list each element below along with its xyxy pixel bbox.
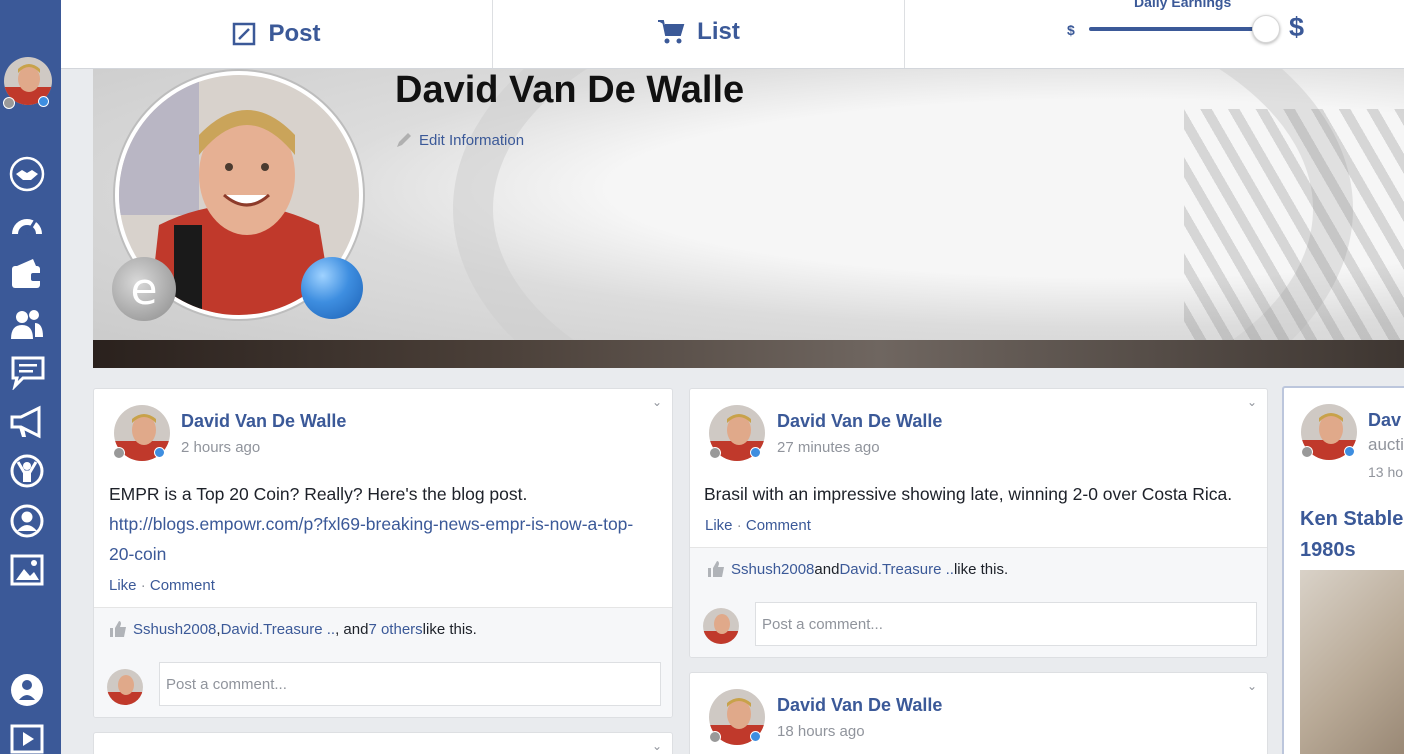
megaphone-icon[interactable]	[8, 403, 46, 441]
celebrate-icon[interactable]	[8, 452, 46, 490]
earnings-max-label: $	[1289, 12, 1305, 42]
empowr-badge[interactable]: e	[112, 257, 176, 321]
comment-input[interactable]: Post a comment...	[159, 662, 661, 706]
sidebar-avatar-badge-dot	[38, 96, 49, 107]
author-badge-e	[1301, 446, 1313, 458]
post-title[interactable]: Ken Stable 1980s	[1300, 504, 1403, 566]
post-image[interactable]	[1300, 570, 1404, 754]
edit-information-label: Edit Information	[419, 131, 525, 149]
liker-link[interactable]: Sshush2008	[731, 561, 814, 578]
like-link[interactable]: Like	[705, 517, 733, 534]
chevron-down-icon[interactable]: ⌄	[652, 395, 662, 409]
video-icon[interactable]	[8, 720, 46, 754]
likes-suffix: like this.	[422, 620, 477, 638]
post-card: Dav aucti 13 ho Ken Stable 1980s	[1282, 386, 1404, 754]
pencil-icon	[397, 133, 411, 147]
author-badge-dot	[1344, 446, 1355, 457]
post-actions: Like · Comment	[109, 577, 215, 594]
post-actions: Like · Comment	[705, 517, 811, 534]
post-card: ⌄	[93, 732, 673, 754]
author-badge-e	[113, 447, 125, 459]
help-icon[interactable]	[8, 671, 46, 709]
earnings-slider[interactable]	[1089, 15, 1280, 43]
likes-summary: Sshush2008, David.Treasure .., and 7 oth…	[109, 620, 477, 638]
edit-square-icon	[232, 22, 256, 46]
list-button-label: List	[697, 18, 740, 45]
post-body: EMPR is a Top 20 Coin? Really? Here's th…	[109, 479, 654, 569]
likes-summary: Sshush2008 and David.Treasure .. like th…	[707, 560, 1008, 578]
chevron-down-icon[interactable]: ⌄	[1247, 679, 1257, 693]
post-author[interactable]: David Van De Walle	[777, 695, 942, 716]
chevron-down-icon[interactable]: ⌄	[1247, 395, 1257, 409]
author-badge-dot	[154, 447, 165, 458]
thumbs-up-icon	[708, 561, 724, 577]
post-body: Brasil with an impressive showing late, …	[704, 479, 1254, 509]
wallet-icon[interactable]	[8, 255, 46, 293]
profile-icon[interactable]	[8, 502, 46, 540]
comment-link[interactable]: Comment	[746, 517, 811, 534]
sidebar-avatar-badge-e	[3, 97, 15, 109]
post-likes-area: Sshush2008 and David.Treasure .. like th…	[690, 547, 1267, 657]
liker-link[interactable]: David.Treasure ..	[839, 561, 954, 578]
post-card: David Van De Walle 27 minutes ago ⌄ Bras…	[689, 388, 1268, 658]
author-badge-dot	[750, 731, 761, 742]
cover-photo: e David Van De Walle Edit Information	[93, 69, 1404, 368]
post-card: David Van De Walle 2 hours ago ⌄ EMPR is…	[93, 388, 673, 718]
cart-icon	[657, 19, 685, 45]
post-button[interactable]: Post	[61, 0, 492, 68]
post-card: David Van De Walle 18 hours ago ⌄	[689, 672, 1268, 754]
daily-earnings-label: Daily Earnings	[1134, 0, 1232, 10]
earnings-min-label: $	[1067, 22, 1075, 38]
profile-name: David Van De Walle	[395, 69, 745, 111]
friends-icon[interactable]	[8, 305, 46, 343]
list-button[interactable]: List	[493, 0, 904, 66]
post-likes-area: Sshush2008, David.Treasure .., and 7 oth…	[94, 607, 672, 717]
empowr-badge-letter: e	[130, 263, 158, 315]
comment-link[interactable]: Comment	[150, 577, 215, 594]
post-title-line: 1980s	[1300, 539, 1356, 561]
likes-suffix: like this.	[953, 560, 1009, 578]
comment-avatar	[107, 669, 143, 705]
post-author[interactable]: Dav	[1368, 410, 1401, 431]
post-time[interactable]: 18 hours ago	[777, 723, 865, 740]
left-sidebar	[0, 0, 61, 754]
edit-information-link[interactable]: Edit Information	[395, 131, 524, 149]
post-subtitle: aucti	[1368, 435, 1404, 454]
post-time[interactable]: 2 hours ago	[181, 439, 260, 456]
post-link[interactable]: http://blogs.empowr.com/p?fxl69-breaking…	[109, 509, 654, 569]
liker-link[interactable]: David.Treasure ..	[221, 621, 336, 638]
likes-separator: and	[814, 560, 840, 578]
post-time[interactable]: 13 ho	[1368, 464, 1403, 480]
top-bar: Post List Daily Earnings $ $	[61, 0, 1404, 69]
likers-others-link[interactable]: 7 others	[368, 621, 422, 638]
earnings-slider-knob[interactable]	[1251, 15, 1280, 43]
likes-separator: , and	[335, 620, 369, 638]
chevron-down-icon[interactable]: ⌄	[652, 739, 662, 753]
cover-decoration	[1184, 109, 1404, 368]
image-icon[interactable]	[8, 551, 46, 589]
post-button-label: Post	[268, 20, 321, 47]
post-time[interactable]: 27 minutes ago	[777, 439, 880, 456]
like-link[interactable]: Like	[109, 577, 137, 594]
author-badge-e	[709, 447, 721, 459]
status-orb	[301, 257, 363, 319]
handshake-icon[interactable]	[8, 155, 46, 193]
post-text: Brasil with an impressive showing late, …	[704, 484, 1233, 504]
thumbs-up-icon	[110, 621, 126, 637]
comment-input[interactable]: Post a comment...	[755, 602, 1257, 646]
liker-link[interactable]: Sshush2008	[133, 621, 216, 638]
cover-decoration	[93, 340, 1404, 368]
author-badge-dot	[750, 447, 761, 458]
chat-icon[interactable]	[8, 353, 46, 391]
post-author[interactable]: David Van De Walle	[777, 411, 942, 432]
gauge-icon[interactable]	[8, 205, 46, 243]
comment-avatar	[703, 608, 739, 644]
post-text: EMPR is a Top 20 Coin? Really? Here's th…	[109, 484, 528, 504]
post-author[interactable]: David Van De Walle	[181, 411, 346, 432]
top-divider	[904, 0, 905, 68]
post-title-line: Ken Stable	[1300, 508, 1404, 530]
author-badge-e	[709, 731, 721, 743]
